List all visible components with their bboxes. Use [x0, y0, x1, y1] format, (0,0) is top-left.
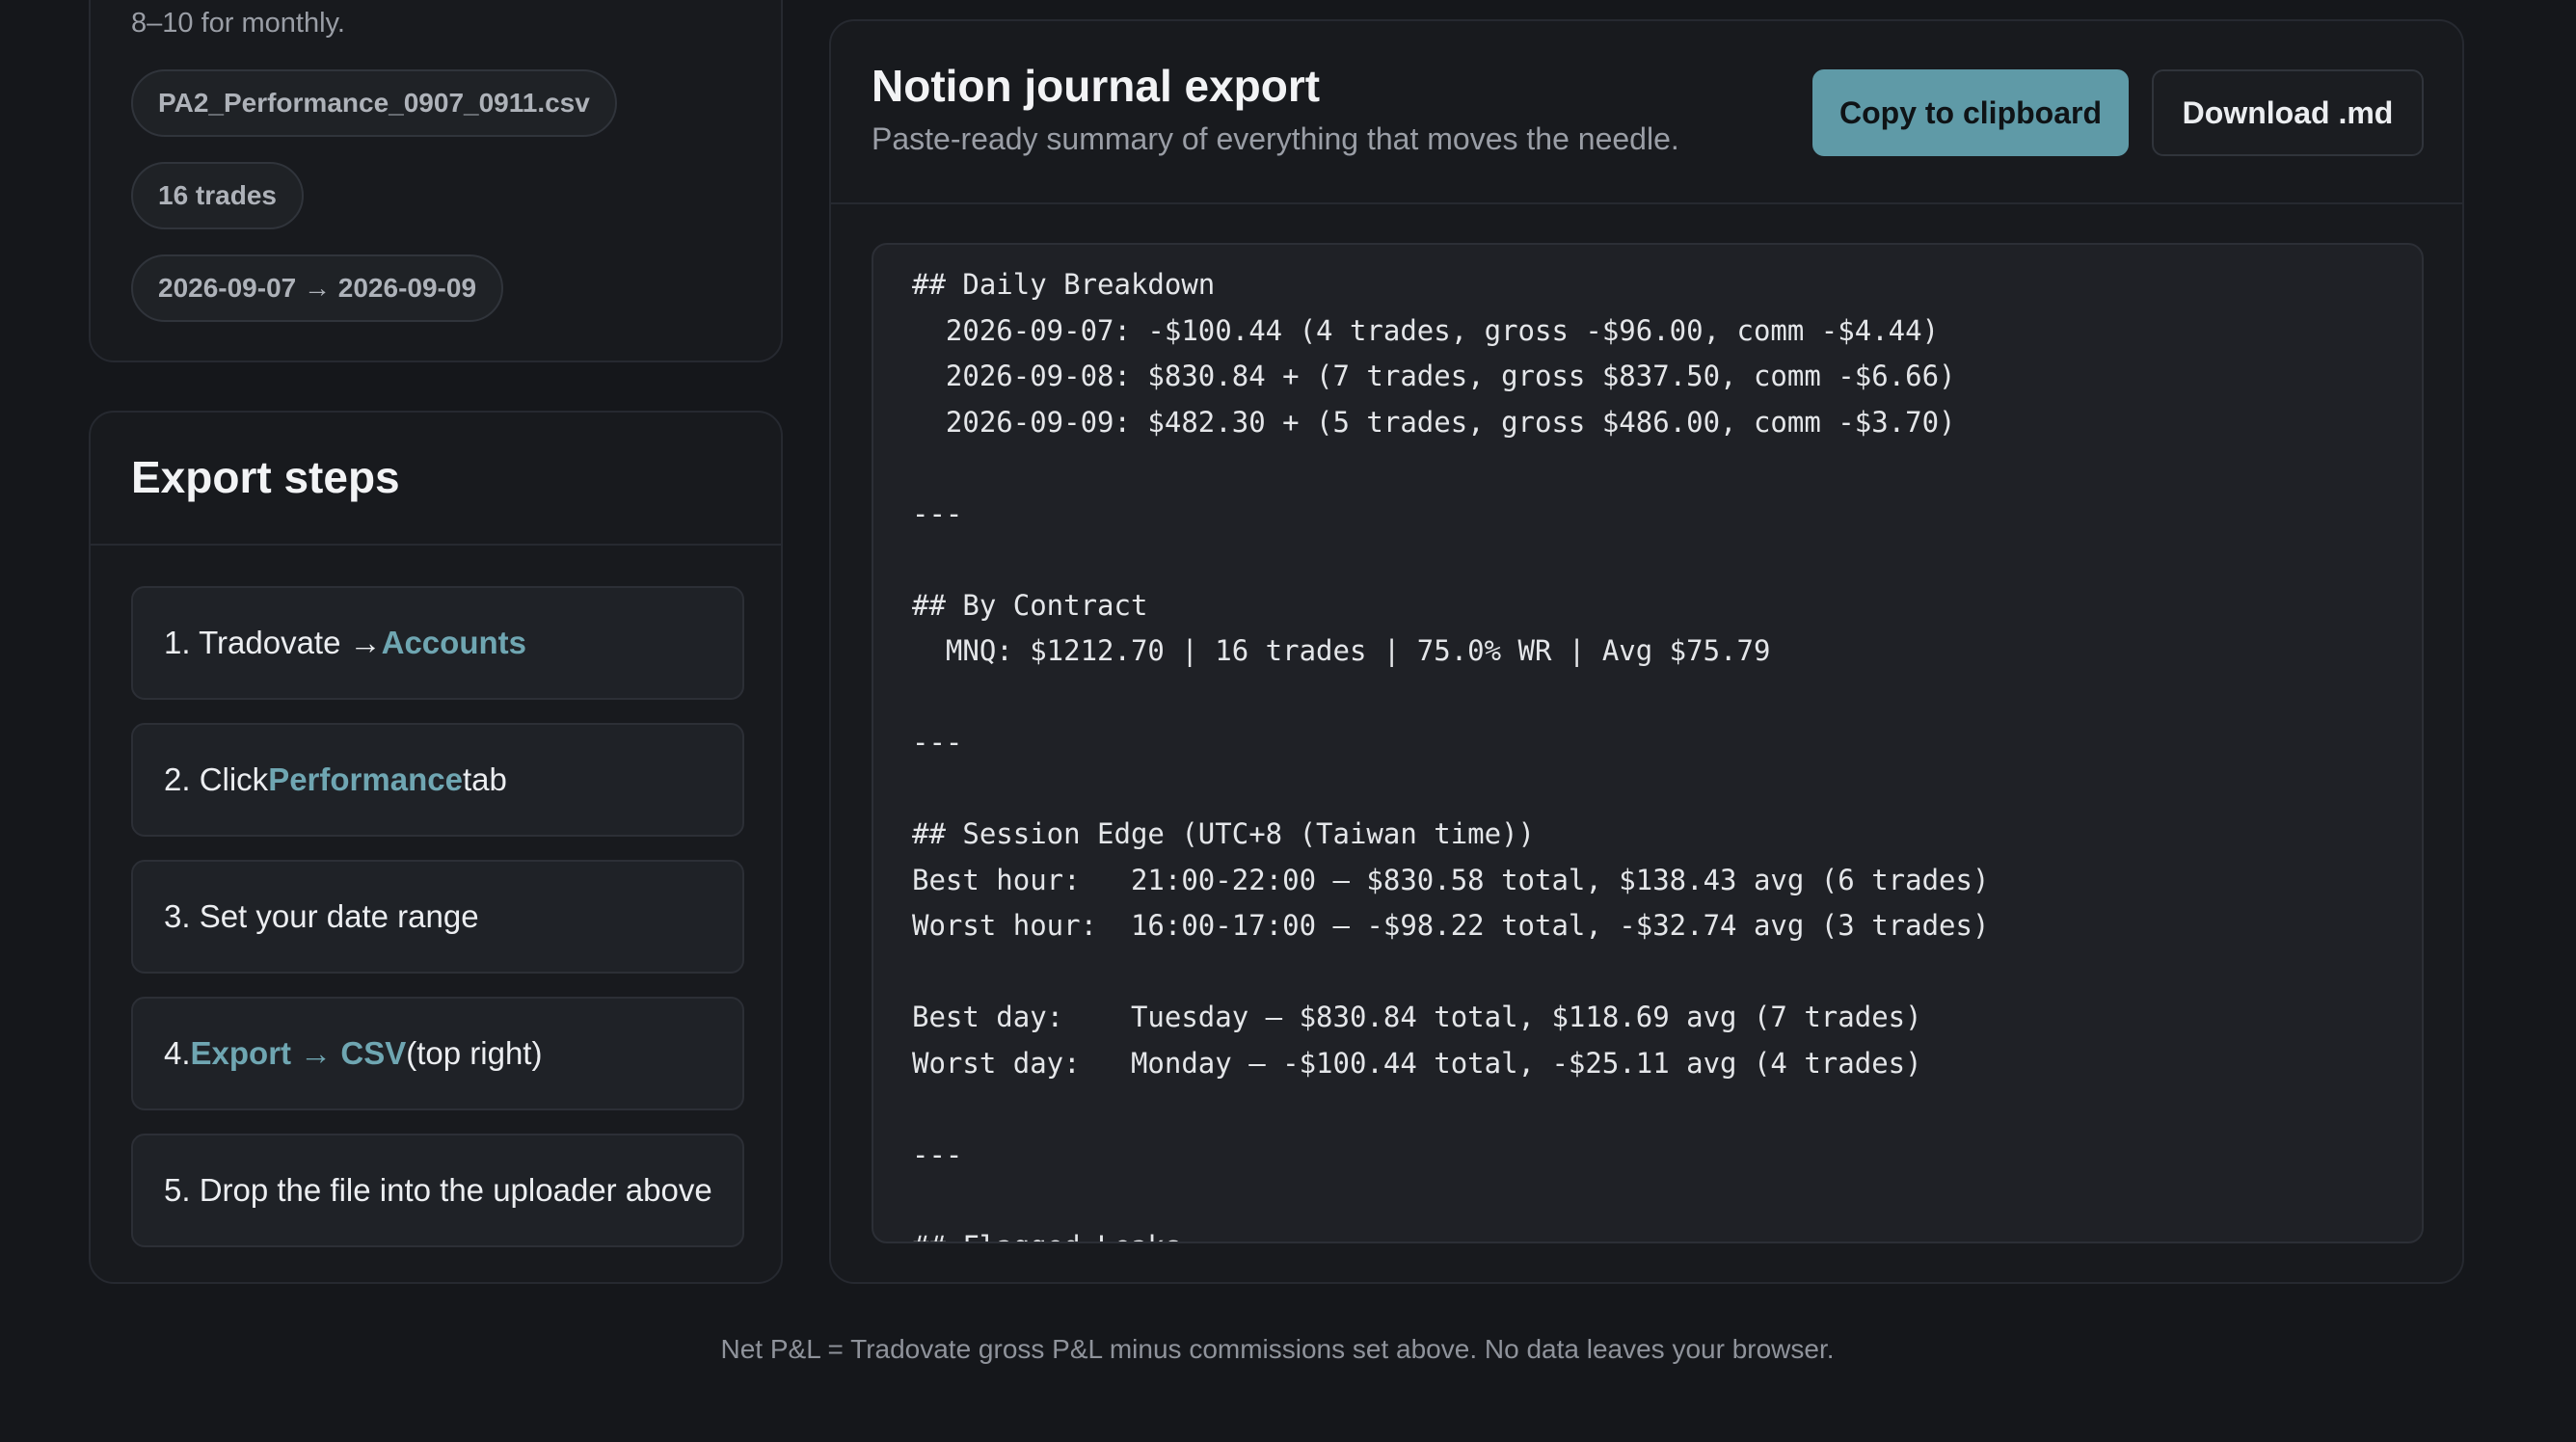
export-subtitle: Paste-ready summary of everything that m…: [872, 121, 1679, 156]
step-text: 5. Drop the file into the uploader above: [164, 1172, 712, 1208]
divider: [91, 544, 781, 546]
step-item-4: 4. Export → CSV (top right): [131, 997, 744, 1110]
step-highlight: Accounts: [381, 625, 526, 660]
date-range-chip: 2026-09-07 → 2026-09-09: [131, 254, 504, 322]
step-text: 3. Set your date range: [164, 898, 479, 934]
period-note: 8–10 for monthly.: [131, 8, 345, 39]
step-highlight: Export → CSV: [190, 1035, 407, 1071]
export-steps-title: Export steps: [131, 452, 400, 502]
step-highlight: Performance: [268, 761, 463, 797]
markdown-output-box[interactable]: ## Daily Breakdown 2026-09-07: -$100.44 …: [872, 243, 2424, 1243]
copy-to-clipboard-button[interactable]: Copy to clipboard: [1812, 69, 2129, 156]
step-text: 4.: [164, 1035, 191, 1071]
divider: [831, 202, 2462, 204]
notion-export-card: Notion journal export Paste-ready summar…: [829, 19, 2464, 1284]
download-md-button[interactable]: Download .md: [2152, 69, 2424, 156]
step-item-3: 3. Set your date range: [131, 860, 744, 974]
step-text-suffix: (top right): [406, 1035, 543, 1071]
export-title: Notion journal export: [872, 61, 1321, 111]
step-item-2: 2. Click Performance tab: [131, 723, 744, 837]
export-steps-card: Export steps 1. Tradovate → Accounts 2. …: [89, 411, 783, 1284]
upload-summary-card: 8–10 for monthly. PA2_Performance_0907_0…: [89, 0, 783, 362]
page: 8–10 for monthly. PA2_Performance_0907_0…: [0, 0, 2576, 1442]
footer-note: Net P&L = Tradovate gross P&L minus comm…: [720, 1334, 1835, 1364]
step-text: 1. Tradovate →: [164, 625, 382, 660]
step-text-suffix: tab: [462, 761, 507, 797]
step-text: 2. Click: [164, 761, 269, 797]
step-item-1: 1. Tradovate → Accounts: [131, 586, 744, 700]
markdown-output-text: ## Daily Breakdown 2026-09-07: -$100.44 …: [912, 268, 1990, 1242]
step-item-5: 5. Drop the file into the uploader above: [131, 1134, 744, 1247]
trade-count-chip: 16 trades: [131, 162, 304, 229]
file-name-chip: PA2_Performance_0907_0911.csv: [131, 69, 617, 137]
